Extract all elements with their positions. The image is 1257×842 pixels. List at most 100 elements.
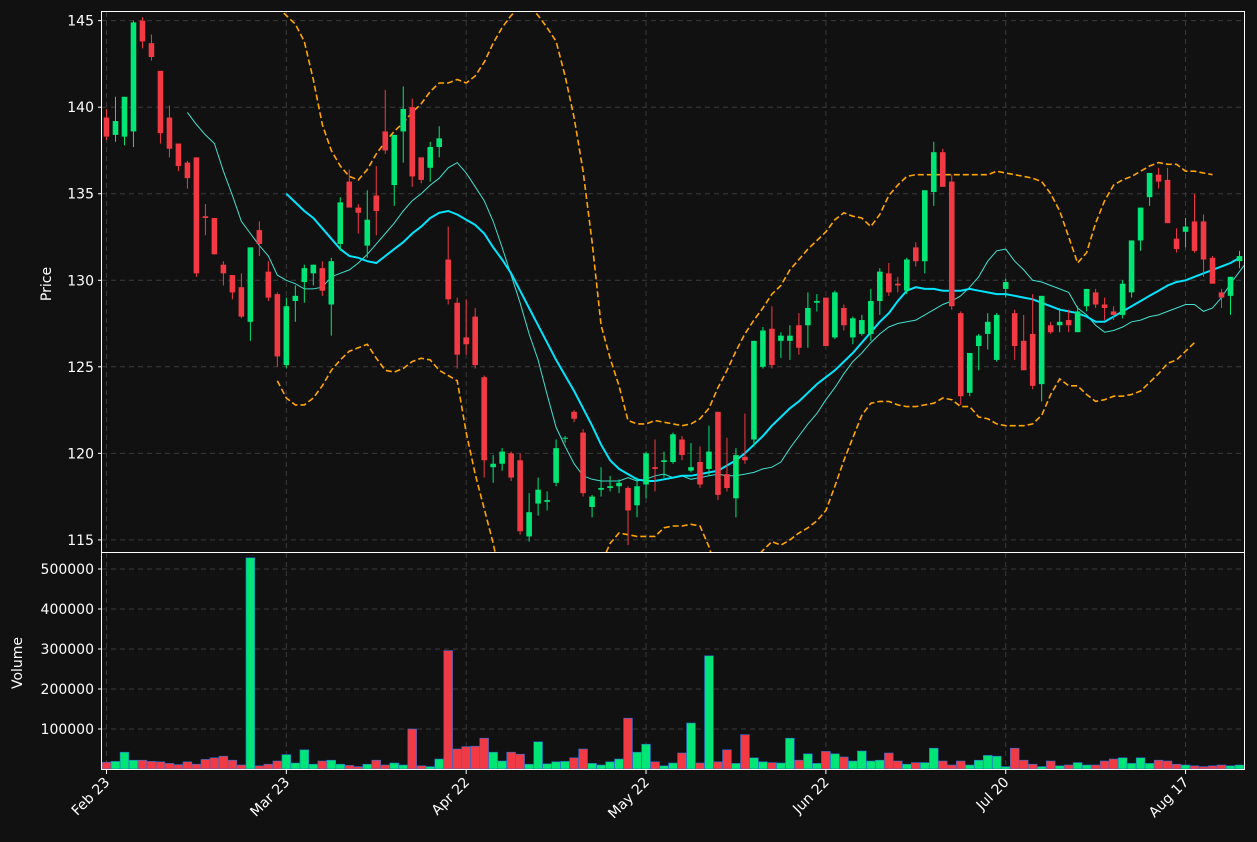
- volume-bar: [533, 741, 543, 769]
- candle-body: [715, 411, 721, 495]
- candle-body: [1173, 238, 1180, 250]
- candle-body: [463, 337, 469, 345]
- volume-bar: [929, 747, 939, 769]
- volume-bar: [335, 763, 345, 769]
- volume-bar: [1153, 759, 1164, 769]
- volume-bar: [470, 745, 480, 769]
- candle-body: [589, 496, 595, 507]
- candle-body: [409, 107, 416, 177]
- candle-body: [930, 152, 937, 192]
- volume-bar: [1144, 763, 1155, 769]
- volume-bar: [182, 761, 193, 769]
- candle-body: [679, 439, 685, 456]
- volume-bar: [218, 755, 229, 769]
- candle-body: [966, 352, 973, 393]
- candle-body: [625, 487, 631, 511]
- volume-bar: [731, 763, 741, 769]
- volume-bar: [371, 759, 381, 769]
- volume-bar: [848, 760, 858, 769]
- volume-bar: [749, 757, 759, 769]
- volume-bar: [317, 760, 328, 769]
- volume-bar: [614, 758, 624, 769]
- candle-body: [193, 157, 200, 274]
- volume-bar: [281, 754, 292, 769]
- volume-bar: [920, 762, 930, 769]
- candle-body: [1218, 292, 1225, 298]
- candle-body: [652, 467, 658, 469]
- candle-body: [373, 195, 380, 212]
- volume-bar: [102, 761, 112, 769]
- volume-tick-label: 300000: [41, 642, 94, 658]
- candle-body: [1011, 313, 1018, 347]
- candle-body: [274, 294, 281, 357]
- price-tick-label: 140: [67, 100, 94, 116]
- candle-body: [391, 134, 398, 186]
- volume-bar: [344, 765, 354, 769]
- price-tick-label: 145: [67, 14, 94, 30]
- candle-body: [921, 190, 928, 262]
- volume-bar: [227, 759, 238, 769]
- volume-bar: [965, 764, 975, 769]
- volume-bar: [668, 762, 678, 769]
- volume-bar: [407, 728, 417, 769]
- volume-bar: [110, 761, 121, 769]
- volume-bar: [479, 737, 489, 769]
- volume-bar: [1099, 760, 1110, 769]
- candle-body: [526, 512, 532, 537]
- volume-bar: [758, 761, 768, 769]
- volume-bar: [857, 750, 867, 769]
- volume-bar: [839, 756, 849, 769]
- candle-body: [1236, 256, 1243, 262]
- candle-body: [975, 335, 982, 347]
- candle-body: [454, 302, 460, 355]
- volume-axis-label: Volume: [10, 637, 26, 689]
- candle-body: [1047, 325, 1054, 333]
- volume-bar: [1180, 764, 1191, 769]
- candle-body: [400, 108, 407, 132]
- volume-bar: [1162, 760, 1173, 769]
- volume-bar: [569, 757, 579, 769]
- volume-bar: [1225, 765, 1236, 769]
- candle-body: [1065, 320, 1072, 326]
- candle-body: [364, 219, 371, 246]
- candle-body: [499, 451, 505, 464]
- candle-body: [319, 268, 326, 291]
- candle-body: [1083, 288, 1090, 307]
- volume-bar: [551, 761, 561, 769]
- candle-body: [1029, 333, 1036, 386]
- candle-body: [904, 259, 910, 291]
- volume-bar: [902, 763, 912, 769]
- volume-bar: [542, 763, 552, 769]
- volume-bar: [1234, 764, 1244, 769]
- chart-background: [0, 0, 1257, 842]
- candle-body: [841, 307, 847, 326]
- volume-bar: [146, 761, 157, 769]
- volume-bar: [803, 753, 813, 769]
- candle-body: [355, 207, 362, 213]
- candle-body: [166, 117, 173, 149]
- volume-bar: [1036, 766, 1047, 769]
- candle-body: [310, 264, 317, 274]
- volume-bar: [1081, 764, 1092, 769]
- volume-bar: [983, 755, 993, 769]
- candle-body: [850, 318, 856, 338]
- volume-bar: [695, 762, 705, 769]
- volume-tick-label: 200000: [41, 682, 94, 698]
- candle-body: [751, 340, 757, 440]
- candle-body: [957, 313, 964, 397]
- volume-bar: [947, 764, 957, 769]
- volume-bar: [812, 763, 822, 769]
- candle-body: [643, 453, 649, 485]
- volume-bar: [443, 650, 453, 769]
- volume-bar: [821, 751, 831, 769]
- candle-body: [553, 448, 559, 483]
- candle-body: [598, 487, 604, 490]
- candle-body: [895, 283, 901, 286]
- candle-body: [868, 301, 874, 334]
- candle-body: [508, 453, 514, 478]
- volume-bar: [596, 764, 606, 769]
- volume-bar: [326, 759, 337, 769]
- volume-bar: [515, 753, 525, 769]
- candle-body: [733, 455, 739, 499]
- volume-bar: [1001, 766, 1011, 769]
